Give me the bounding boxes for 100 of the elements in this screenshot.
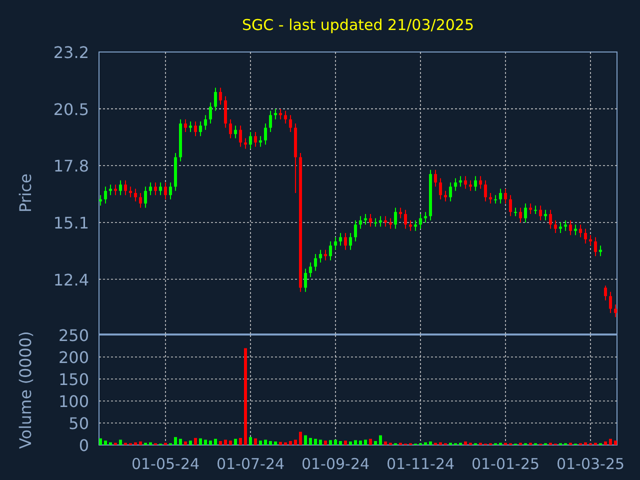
candle bbox=[429, 169, 432, 221]
volume-bar bbox=[214, 438, 217, 445]
candle bbox=[259, 136, 262, 148]
candle bbox=[499, 188, 502, 204]
candle bbox=[454, 178, 457, 192]
volume-bar bbox=[219, 441, 222, 445]
volume-bar bbox=[184, 441, 187, 445]
candle bbox=[174, 152, 177, 192]
candle bbox=[189, 120, 192, 132]
volume-bar bbox=[364, 440, 367, 445]
candle bbox=[234, 125, 237, 139]
volume-bar bbox=[164, 442, 167, 445]
axis-title: Volume (0000) bbox=[16, 331, 35, 449]
volume-bar bbox=[594, 442, 597, 445]
candle bbox=[339, 232, 342, 246]
axis-label: 17.8 bbox=[53, 156, 89, 176]
candle bbox=[404, 209, 407, 230]
volume-bar bbox=[234, 438, 237, 445]
volume-bar bbox=[259, 440, 262, 445]
candle bbox=[144, 186, 147, 208]
candle bbox=[584, 228, 587, 244]
volume-bar bbox=[309, 438, 312, 445]
candle bbox=[494, 194, 497, 204]
volume-bar bbox=[469, 442, 472, 445]
candle bbox=[349, 232, 352, 250]
volume-bar bbox=[569, 442, 572, 445]
volume-bar bbox=[204, 440, 207, 445]
candle bbox=[514, 207, 517, 217]
candle bbox=[409, 220, 412, 232]
candle bbox=[554, 220, 557, 234]
candle bbox=[249, 131, 252, 150]
candle bbox=[329, 240, 332, 261]
volume-bar bbox=[139, 441, 142, 445]
candle bbox=[244, 138, 247, 150]
candle bbox=[294, 123, 297, 194]
candle bbox=[274, 108, 277, 120]
candle bbox=[459, 176, 462, 188]
candle bbox=[534, 205, 537, 215]
volume-bar bbox=[254, 438, 257, 445]
candle bbox=[604, 285, 607, 301]
volume-bar bbox=[519, 442, 522, 445]
volume-bar bbox=[329, 440, 332, 445]
volume-bar bbox=[199, 438, 202, 445]
candle bbox=[439, 178, 442, 200]
axis-label: 50 bbox=[68, 414, 89, 433]
candle bbox=[219, 87, 222, 106]
volume-bar bbox=[399, 442, 402, 445]
volume-bar bbox=[194, 438, 197, 445]
candle bbox=[134, 188, 137, 202]
volume-bar bbox=[359, 440, 362, 445]
candle bbox=[599, 245, 602, 257]
volume-bar bbox=[294, 440, 297, 445]
volume-bar bbox=[274, 441, 277, 445]
candle bbox=[609, 291, 612, 314]
axis-label: 15.1 bbox=[53, 213, 89, 232]
axis-label: 01-09-24 bbox=[301, 455, 370, 473]
volume-bar bbox=[279, 442, 282, 445]
volume-bar bbox=[229, 440, 232, 445]
volume-bar bbox=[99, 438, 102, 445]
candle bbox=[124, 180, 127, 196]
candle bbox=[139, 192, 142, 208]
volume-bar bbox=[604, 441, 607, 445]
volume-bar bbox=[324, 440, 327, 445]
candle bbox=[314, 254, 317, 272]
axis-label: 20.5 bbox=[53, 100, 89, 119]
volume-bar bbox=[449, 442, 452, 445]
candle bbox=[214, 87, 217, 112]
candle bbox=[354, 220, 357, 242]
candle bbox=[564, 220, 567, 232]
candle bbox=[509, 194, 512, 217]
volume-bar bbox=[339, 441, 342, 445]
volume-bar bbox=[144, 442, 147, 445]
candle bbox=[364, 214, 367, 226]
axis-label: 01-05-24 bbox=[131, 455, 200, 473]
candle bbox=[169, 182, 172, 200]
candle bbox=[239, 125, 242, 148]
candle bbox=[504, 188, 507, 204]
candle bbox=[594, 236, 597, 257]
volume-bar bbox=[354, 440, 357, 445]
candle bbox=[309, 262, 312, 278]
candle bbox=[359, 216, 362, 230]
candle bbox=[574, 224, 577, 236]
axis-label: 0 bbox=[78, 436, 89, 455]
volume-bar bbox=[124, 442, 127, 445]
candle bbox=[539, 205, 542, 221]
candle bbox=[304, 268, 307, 292]
volume-bar bbox=[334, 440, 337, 445]
candle bbox=[149, 182, 152, 196]
volume-bar bbox=[179, 438, 182, 445]
volume-bar bbox=[269, 441, 272, 445]
candle bbox=[589, 234, 592, 246]
candle bbox=[419, 214, 422, 230]
volume-bar bbox=[609, 438, 612, 445]
axis-label: 250 bbox=[58, 326, 89, 345]
candle bbox=[614, 304, 617, 318]
candle bbox=[559, 222, 562, 234]
candle bbox=[479, 176, 482, 190]
candle bbox=[279, 108, 282, 120]
candle bbox=[449, 182, 452, 202]
axis-label: 01-01-25 bbox=[471, 455, 540, 473]
